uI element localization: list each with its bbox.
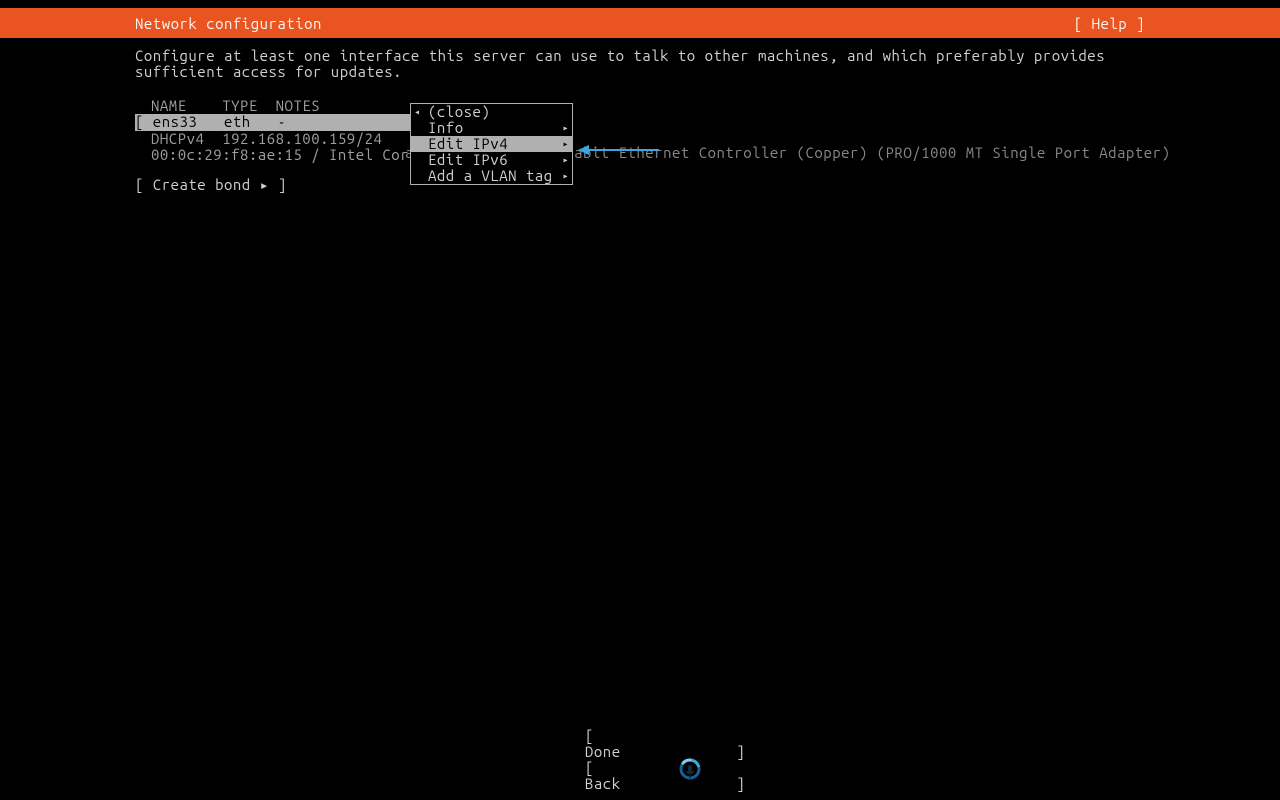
chevron-right-icon: ▸	[557, 168, 569, 184]
menu-edit-ipv4[interactable]: Edit IPv4 ▸	[411, 136, 572, 152]
menu-info[interactable]: Info ▸	[411, 120, 572, 136]
chevron-left-icon: ◂	[414, 104, 426, 120]
intro-text: Configure at least one interface this se…	[135, 48, 1145, 80]
help-button[interactable]: [ Help ]	[1074, 15, 1145, 32]
bottom-buttons: [ Done ] [ Back ]	[0, 728, 1280, 792]
chevron-right-icon: ▸	[557, 136, 569, 152]
col-name: NAME	[151, 97, 187, 114]
header-bar: Network configuration [ Help ]	[0, 8, 1280, 38]
mic-icon	[678, 758, 702, 784]
done-button[interactable]: [ Done ]	[585, 727, 745, 760]
col-type: TYPE	[222, 97, 258, 114]
context-menu: ◂ (close) Info ▸ Edit IPv4 ▸ Edit IPv6 ▸…	[410, 103, 573, 185]
menu-add-vlan[interactable]: Add a VLAN tag ▸	[411, 168, 572, 184]
back-button[interactable]: [ Back ]	[585, 759, 745, 792]
chevron-right-icon: ▸	[557, 120, 569, 136]
chevron-right-icon: ▸	[557, 152, 569, 168]
menu-close[interactable]: ◂ (close)	[411, 104, 572, 120]
page-title: Network configuration	[135, 15, 322, 32]
create-bond-button[interactable]: [ Create bond ▸ ]	[135, 176, 287, 194]
menu-edit-ipv6[interactable]: Edit IPv6 ▸	[411, 152, 572, 168]
col-notes: NOTES	[276, 97, 321, 114]
